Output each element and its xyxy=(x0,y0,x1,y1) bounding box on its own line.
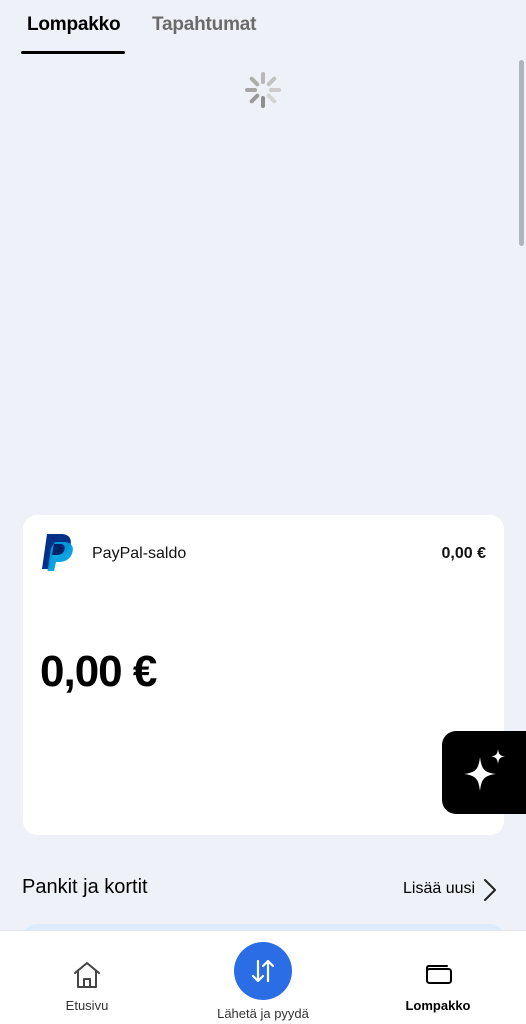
balance-label: PayPal-saldo xyxy=(92,545,187,562)
loading-spinner-icon xyxy=(245,72,281,108)
top-tabs: Lompakko Tapahtumat xyxy=(0,0,526,56)
scrollbar[interactable] xyxy=(519,60,524,246)
tab-lompakko[interactable]: Lompakko xyxy=(27,14,121,36)
nav-send-request[interactable]: Lähetä ja pyydä xyxy=(195,931,331,1024)
chevron-right-icon[interactable] xyxy=(483,878,497,902)
banks-and-cards-title: Pankit ja kortit xyxy=(22,876,148,898)
paypal-logo-icon xyxy=(42,534,73,571)
nav-wallet[interactable]: Lompakko xyxy=(390,931,486,1024)
sparkle-icon xyxy=(464,749,505,791)
bottom-navigation: Etusivu Lähetä ja pyydä Lompakko xyxy=(0,930,526,1024)
balance-amount-big: 0,00 € xyxy=(40,647,157,696)
add-new-link[interactable]: Lisää uusi xyxy=(403,880,475,898)
balance-amount-small: 0,00 € xyxy=(441,545,486,562)
nav-wallet-label: Lompakko xyxy=(405,998,471,1013)
send-request-button[interactable] xyxy=(234,942,292,1000)
transfer-arrows-icon xyxy=(251,959,275,983)
ai-assistant-button[interactable] xyxy=(442,731,526,814)
tab-tapahtumat[interactable]: Tapahtumat xyxy=(152,14,256,36)
nav-home[interactable]: Etusivu xyxy=(40,931,134,1024)
home-icon xyxy=(74,962,100,988)
nav-send-label: Lähetä ja pyydä xyxy=(217,1006,309,1021)
nav-home-label: Etusivu xyxy=(65,998,109,1013)
active-tab-indicator xyxy=(21,51,125,54)
wallet-icon xyxy=(426,965,452,984)
paypal-balance-card[interactable]: PayPal-saldo 0,00 € 0,00 € xyxy=(23,515,504,835)
